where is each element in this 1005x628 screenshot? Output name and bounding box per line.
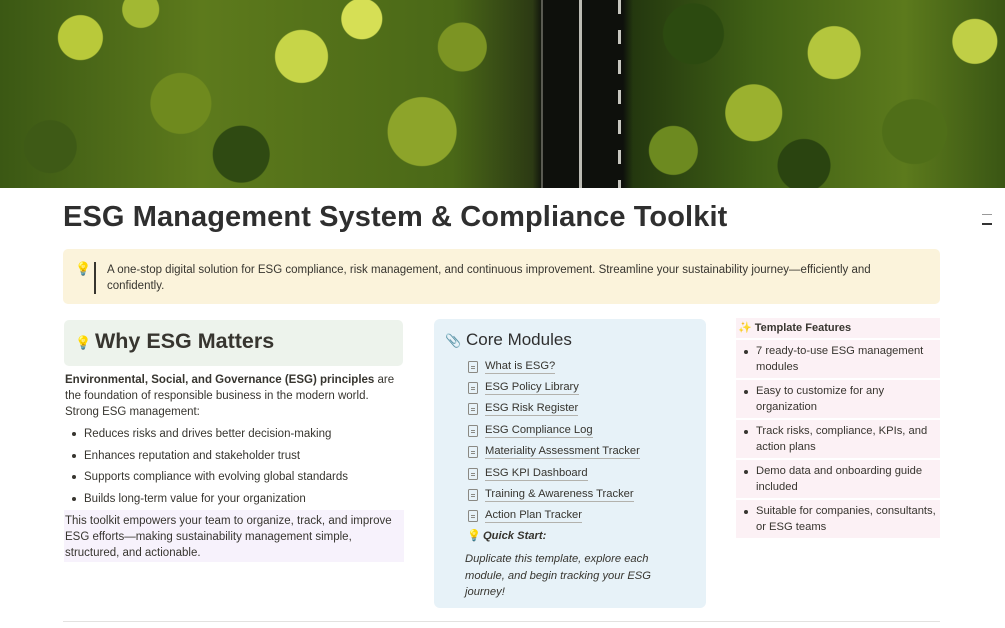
list-item: Supports compliance with evolving global…: [65, 469, 405, 491]
why-esg-bullet-list: Reduces risks and drives better decision…: [65, 426, 405, 512]
list-item: Suitable for companies, consultants, or …: [736, 500, 940, 538]
module-item[interactable]: Action Plan Tracker: [468, 506, 640, 527]
module-item[interactable]: ESG Compliance Log: [468, 420, 640, 441]
module-link-risk-register[interactable]: ESG Risk Register: [485, 402, 579, 417]
module-item[interactable]: ESG KPI Dashboard: [468, 463, 640, 484]
road-center-line: [579, 0, 582, 188]
template-features-panel: ✨ Template Features 7 ready-to-use ESG ma…: [736, 318, 940, 540]
list-item: Easy to customize for any organization: [736, 380, 940, 418]
sparkles-icon: ✨: [738, 322, 752, 334]
page-icon: [468, 467, 478, 480]
module-link-materiality-tracker[interactable]: Materiality Assessment Tracker: [485, 445, 640, 460]
divider: [63, 621, 940, 622]
module-item[interactable]: Training & Awareness Tracker: [468, 484, 640, 505]
list-item: Reduces risks and drives better decision…: [65, 426, 405, 448]
why-esg-intro: Environmental, Social, and Governance (E…: [65, 372, 405, 420]
callout-text: A one-stop digital solution for ESG comp…: [107, 264, 871, 292]
road-edge: [541, 0, 543, 188]
core-modules-heading: Core Modules: [466, 330, 572, 349]
quick-start-text: Duplicate this template, explore each mo…: [465, 553, 651, 598]
lightbulb-icon: 💡: [75, 335, 92, 350]
quote-bar: [94, 262, 96, 294]
page-icon: [468, 446, 478, 459]
page-icon: [468, 424, 478, 437]
module-link-training-tracker[interactable]: Training & Awareness Tracker: [485, 488, 634, 503]
module-item[interactable]: ESG Policy Library: [468, 377, 640, 398]
module-link-action-plan-tracker[interactable]: Action Plan Tracker: [485, 509, 582, 524]
module-link-list: What is ESG? ESG Policy Library ESG Risk…: [468, 356, 640, 527]
list-item: Builds long-term value for your organiza…: [65, 491, 405, 513]
quick-start-label: 💡 Quick Start:: [467, 529, 546, 542]
page-icon: [468, 360, 478, 373]
intro-callout: 💡 A one-stop digital solution for ESG co…: [63, 249, 940, 304]
road-lane-line: [618, 0, 621, 188]
features-heading-text: Template Features: [754, 322, 852, 334]
intro-bold: Environmental, Social, and Governance (E…: [65, 374, 375, 386]
quick-start-label-text: Quick Start:: [482, 530, 547, 542]
core-modules-panel: 📎 Core Modules What is ESG? ESG Policy L…: [434, 319, 706, 608]
empower-text: This toolkit empowers your team to organ…: [64, 510, 404, 562]
table-of-contents-marker[interactable]: [982, 214, 992, 230]
module-item[interactable]: ESG Risk Register: [468, 399, 640, 420]
page-icon: [468, 489, 478, 502]
page-title: ESG Management System & Compliance Toolk…: [63, 201, 728, 233]
list-item: Demo data and onboarding guide included: [736, 460, 940, 498]
module-item[interactable]: What is ESG?: [468, 356, 640, 377]
list-item: 7 ready-to-use ESG management modules: [736, 340, 940, 378]
module-link-kpi-dashboard[interactable]: ESG KPI Dashboard: [485, 467, 588, 481]
page-icon: [468, 510, 478, 523]
module-item[interactable]: Materiality Assessment Tracker: [468, 442, 640, 463]
module-link-what-is-esg[interactable]: What is ESG?: [485, 360, 556, 374]
paperclip-icon: 📎: [445, 333, 462, 348]
list-item: Track risks, compliance, KPIs, and actio…: [736, 420, 940, 458]
why-esg-callout: 💡 Why ESG Matters: [64, 320, 403, 366]
module-link-compliance-log[interactable]: ESG Compliance Log: [485, 424, 593, 438]
cover-image: [0, 0, 1005, 188]
template-features-heading: ✨ Template Features: [736, 318, 940, 338]
module-link-policy-library[interactable]: ESG Policy Library: [485, 381, 579, 396]
lightbulb-icon: 💡: [467, 530, 481, 542]
lightbulb-icon: 💡: [75, 261, 92, 276]
list-item: Enhances reputation and stakeholder trus…: [65, 448, 405, 470]
page-icon: [468, 382, 478, 395]
page-icon: [468, 403, 478, 416]
why-esg-heading: Why ESG Matters: [95, 329, 275, 353]
